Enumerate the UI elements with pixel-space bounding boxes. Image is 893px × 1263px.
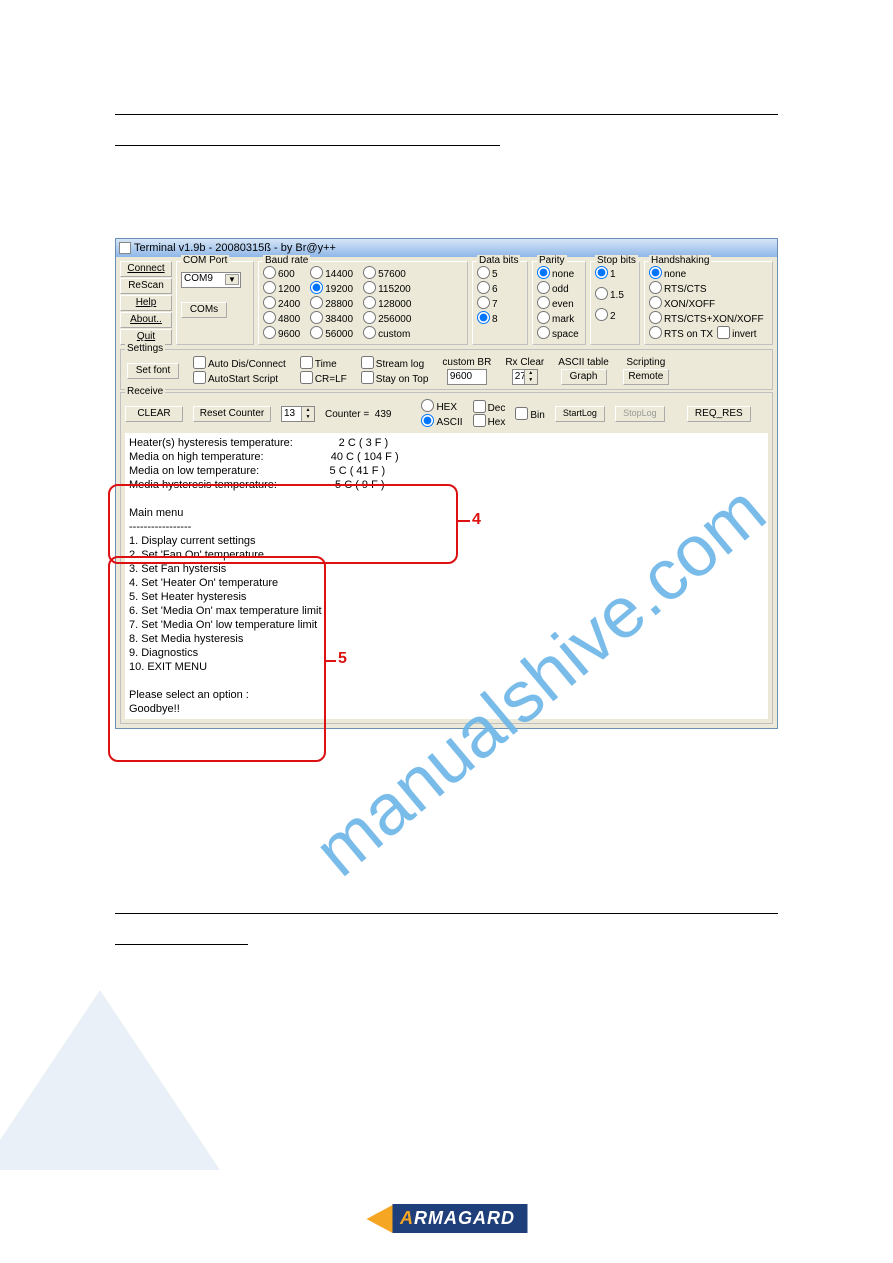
recv-dec-checkbox[interactable]: Dec	[473, 400, 506, 414]
custombr-label: custom BR	[442, 357, 491, 368]
coms-button[interactable]: COMs	[181, 302, 227, 318]
databits-8[interactable]: 8	[477, 311, 523, 326]
armagard-logo: ARMAGARD	[366, 1204, 527, 1233]
rxclear-spinner[interactable]: 27	[512, 369, 538, 385]
baud-600[interactable]: 600	[263, 266, 300, 281]
baud-19200[interactable]: 19200	[310, 281, 353, 296]
parity-odd[interactable]: odd	[537, 281, 581, 296]
comport-legend: COM Port	[181, 255, 229, 266]
streamlog-checkbox[interactable]: Stream log	[361, 356, 429, 370]
recv-bin-checkbox[interactable]: Bin	[515, 407, 544, 421]
recv-hex-checkbox[interactable]: Hex	[473, 414, 506, 428]
terminal-line: Media on low temperature: 5 C ( 41 F )	[129, 464, 764, 478]
databits-group: Data bits 5 6 7 8	[472, 261, 528, 345]
baud-115200[interactable]: 115200	[363, 281, 411, 296]
parity-none[interactable]: none	[537, 266, 581, 281]
callout-line-5	[326, 660, 336, 662]
rxclear-label: Rx Clear	[505, 357, 544, 368]
hs-none[interactable]: none	[649, 266, 768, 281]
baud-56000[interactable]: 56000	[310, 326, 353, 341]
help-button[interactable]: Help	[120, 295, 172, 311]
remote-button[interactable]: Remote	[623, 369, 669, 385]
stoplog-button[interactable]: StopLog	[615, 406, 665, 422]
reqres-button[interactable]: REQ_RES	[687, 406, 751, 422]
baud-9600[interactable]: 9600	[263, 326, 300, 341]
parity-group: Parity none odd even mark space	[532, 261, 586, 345]
counter-label: Counter = 439	[325, 409, 391, 420]
stopbits-1[interactable]: 1	[595, 266, 635, 281]
stayontop-checkbox[interactable]: Stay on Top	[361, 371, 429, 385]
reset-spinner[interactable]: 13	[281, 406, 315, 422]
graph-button[interactable]: Graph	[561, 369, 607, 385]
callout-number-4: 4	[472, 511, 481, 529]
baud-legend: Baud rate	[263, 255, 310, 266]
autodis-checkbox[interactable]: Auto Dis/Connect	[193, 356, 286, 370]
parity-space[interactable]: space	[537, 326, 581, 341]
baud-38400[interactable]: 38400	[310, 311, 353, 326]
crlf-checkbox[interactable]: CR=LF	[300, 371, 347, 385]
baud-256000[interactable]: 256000	[363, 311, 411, 326]
stopbits-group: Stop bits 1 1.5 2	[590, 261, 640, 345]
time-checkbox[interactable]: Time	[300, 356, 347, 370]
terminal-line: Heater(s) hysteresis temperature: 2 C ( …	[129, 436, 764, 450]
callout-line-4	[458, 520, 470, 522]
hs-rtstx[interactable]: RTS on TX	[649, 326, 713, 341]
callout-box-4	[108, 484, 458, 564]
reset-counter-button[interactable]: Reset Counter	[193, 406, 271, 422]
logo-triangle-icon	[366, 1205, 392, 1233]
recv-hex-radio[interactable]: HEX	[421, 399, 462, 414]
rescan-button[interactable]: ReScan	[120, 278, 172, 294]
recv-ascii-radio[interactable]: ASCII	[421, 414, 462, 429]
baud-57600[interactable]: 57600	[363, 266, 411, 281]
databits-5[interactable]: 5	[477, 266, 523, 281]
comport-select[interactable]: COM9	[181, 272, 241, 288]
hs-invert[interactable]: invert	[717, 326, 756, 341]
background-shape	[0, 990, 220, 1170]
baud-28800[interactable]: 28800	[310, 296, 353, 311]
scripting-label: Scripting	[626, 357, 665, 368]
settings-section: Settings Set font Auto Dis/Connect AutoS…	[120, 349, 773, 390]
asciitable-label: ASCII table	[558, 357, 609, 368]
databits-6[interactable]: 6	[477, 281, 523, 296]
parity-even[interactable]: even	[537, 296, 581, 311]
app-icon	[119, 242, 131, 254]
autostart-checkbox[interactable]: AutoStart Script	[193, 371, 286, 385]
baud-2400[interactable]: 2400	[263, 296, 300, 311]
setfont-button[interactable]: Set font	[127, 363, 179, 379]
comport-group: COM Port COM9 COMs	[176, 261, 254, 345]
callout-box-5	[108, 556, 326, 762]
hs-rtscts-xonxoff[interactable]: RTS/CTS+XON/XOFF	[649, 311, 768, 326]
stopbits-1p5[interactable]: 1.5	[595, 287, 635, 302]
hs-xonxoff[interactable]: XON/XOFF	[649, 296, 768, 311]
parity-mark[interactable]: mark	[537, 311, 581, 326]
window-title: Terminal v1.9b - 20080315ß - by Br@y++	[134, 242, 336, 254]
baud-1200[interactable]: 1200	[263, 281, 300, 296]
baud-group: Baud rate 600 1200 2400 4800 9600 14400 …	[258, 261, 468, 345]
baud-14400[interactable]: 14400	[310, 266, 353, 281]
baud-128000[interactable]: 128000	[363, 296, 411, 311]
about-button[interactable]: About..	[120, 312, 172, 328]
baud-custom[interactable]: custom	[363, 326, 411, 341]
startlog-button[interactable]: StartLog	[555, 406, 605, 422]
stopbits-2[interactable]: 2	[595, 308, 635, 323]
connect-button[interactable]: Connect	[120, 261, 172, 277]
hs-rtscts[interactable]: RTS/CTS	[649, 281, 768, 296]
custombr-input[interactable]	[447, 369, 487, 385]
clear-button[interactable]: CLEAR	[125, 406, 183, 422]
callout-number-5: 5	[338, 650, 347, 668]
terminal-line: Media on high temperature: 40 C ( 104 F …	[129, 450, 764, 464]
databits-7[interactable]: 7	[477, 296, 523, 311]
handshaking-group: Handshaking none RTS/CTS XON/XOFF RTS/CT…	[644, 261, 773, 345]
baud-4800[interactable]: 4800	[263, 311, 300, 326]
